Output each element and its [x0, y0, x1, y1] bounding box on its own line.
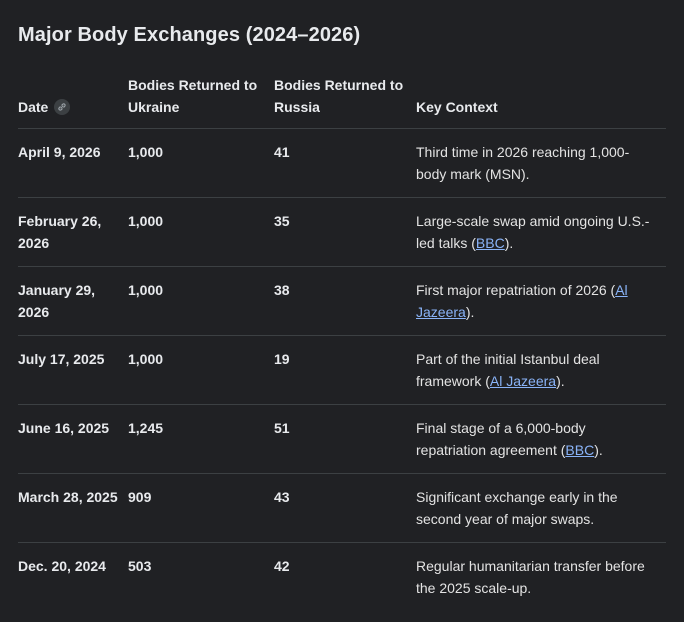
row-date: April 9, 2026 — [18, 128, 128, 198]
row-date: Dec. 20, 2024 — [18, 558, 106, 574]
row-date: June 16, 2025 — [18, 404, 128, 474]
exchanges-table: Date Bodies Returned to Ukraine Bodies R… — [18, 74, 666, 611]
response-container: Major Body Exchanges (2024–2026) Date Bo… — [0, 0, 684, 611]
context-suffix: ). — [504, 235, 514, 251]
row-date: March 28, 2025 — [18, 473, 128, 543]
row-ukraine: 1,000 — [128, 335, 274, 405]
row-context: Part of the initial Istanbul deal framew… — [416, 335, 666, 405]
table-row: March 28, 2025 909 43 Significant exchange … — [18, 473, 666, 543]
row-russia: 42 — [274, 558, 290, 574]
row-russia: 51 — [274, 404, 416, 474]
row-ukraine: 1,000 — [128, 197, 274, 267]
table-row: June 16, 2025 1,245 51 Final stage of a 6,0… — [18, 404, 666, 474]
row-context: Significant exchange early in the second… — [416, 473, 666, 543]
row-ukraine: 1,000 — [128, 266, 274, 336]
row-russia: 35 — [274, 197, 416, 267]
context-text: Final stage of a 6,000-body repatriation… — [416, 420, 586, 458]
row-context: Third time in 2026 reaching 1,000-body m… — [416, 128, 666, 198]
row-context: Regular humanitarian transfer before the… — [416, 543, 666, 612]
context-text: Significant exchange early in the second… — [416, 489, 618, 527]
row-ukraine: 1,245 — [128, 404, 274, 474]
row-date: July 17, 2025 — [18, 335, 128, 405]
row-date: February 26, 2026 — [18, 197, 128, 267]
row-date: January 29, 2026 — [18, 266, 128, 336]
row-ukraine: 503 — [128, 558, 152, 574]
context-suffix: ). — [594, 442, 603, 458]
context-suffix: ). — [465, 304, 475, 320]
source-link[interactable]: BBC — [565, 442, 594, 458]
row-russia: 19 — [274, 335, 416, 405]
row-context: Final stage of a 6,000-body repatriation… — [416, 404, 666, 474]
header-context: Key Context — [416, 74, 666, 129]
table-row: January 29, 2026 1,000 38 First major repat… — [18, 266, 666, 336]
row-ukraine: 1,000 — [128, 128, 274, 198]
section-title: Major Body Exchanges (2024–2026) — [18, 24, 361, 46]
table-row: Dec. 20, 2024 503 42 Regular humanitarian t… — [18, 543, 666, 612]
header-ukraine: Bodies Returned to Ukraine — [128, 74, 274, 129]
table-row: February 26, 2026 1,000 35 Large-scale swap… — [18, 197, 666, 267]
context-text: First major repatriation of 2026 ( — [416, 282, 616, 298]
context-text: Third time in 2026 reaching 1,000-body m… — [416, 144, 630, 182]
row-russia: 38 — [274, 266, 416, 336]
row-russia: 41 — [274, 128, 416, 198]
table-header-row: Date Bodies Returned to Ukraine Bodies R… — [18, 74, 666, 129]
source-link[interactable]: BBC — [476, 235, 505, 251]
link-icon[interactable] — [54, 99, 71, 115]
header-russia: Bodies Returned to Russia — [274, 74, 416, 129]
source-link[interactable]: Al Jazeera — [490, 373, 556, 389]
context-text: Large-scale swap amid ongoing U.S.-led t… — [416, 213, 650, 251]
table-row: July 17, 2025 1,000 19 Part of the initial … — [18, 335, 666, 405]
context-text: Regular humanitarian transfer before the… — [416, 558, 645, 596]
context-suffix: ). — [556, 373, 565, 389]
row-context: First major repatriation of 2026 (Al Jaz… — [416, 266, 666, 336]
row-context: Large-scale swap amid ongoing U.S.-led t… — [416, 197, 666, 267]
row-ukraine: 909 — [128, 473, 274, 543]
row-russia: 43 — [274, 473, 416, 543]
header-date: Date — [18, 74, 128, 129]
table-row: April 9, 2026 1,000 41 Third time in 2026 r… — [18, 128, 666, 198]
